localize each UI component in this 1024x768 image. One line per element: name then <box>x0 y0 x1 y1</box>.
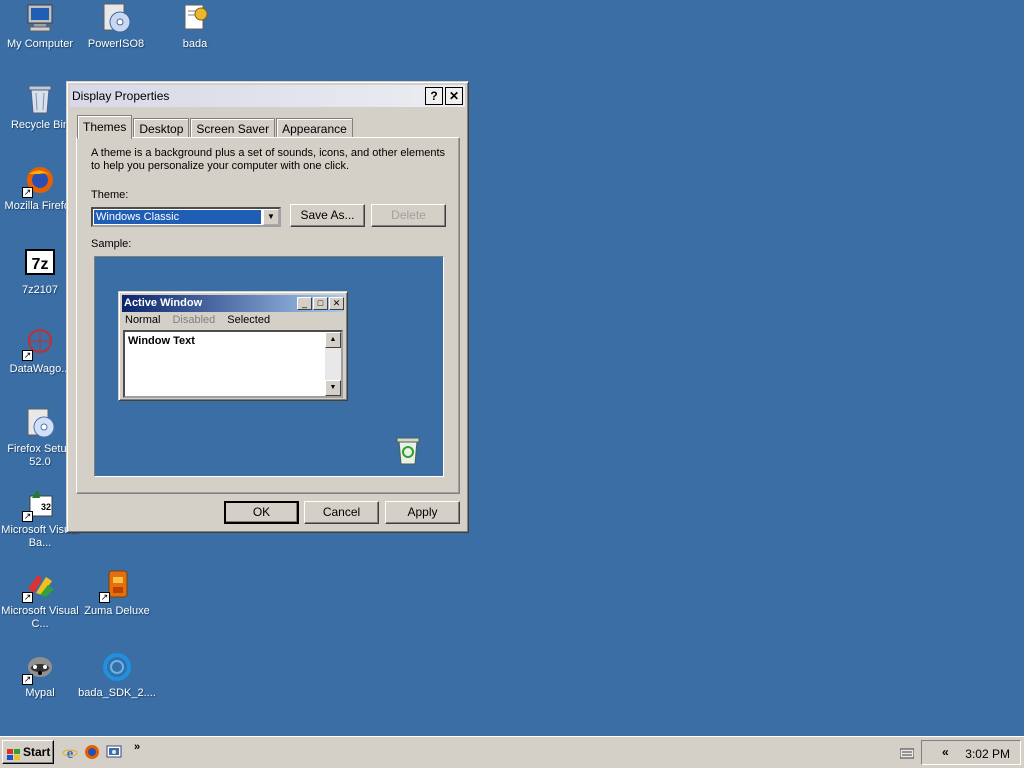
desktop-icon-bada-sdk[interactable]: bada_SDK_2.... <box>77 651 157 700</box>
tab-screen-saver[interactable]: Screen Saver <box>190 118 276 138</box>
shortcut-arrow-icon: ↗ <box>22 592 33 603</box>
sample-window: Active Window _ □ ✕ Normal Disabled Sele… <box>118 291 348 401</box>
dialog-titlebar[interactable]: Display Properties ? ✕ <box>70 85 465 107</box>
sample-menu-selected: Selected <box>227 314 271 326</box>
mypal-icon: ↗ <box>22 651 56 685</box>
visual-c-icon: ↗ <box>22 569 56 603</box>
desktop-icon-my-computer[interactable]: My Computer <box>0 2 80 51</box>
desktop-icon-label: Zuma Deluxe <box>84 605 150 617</box>
chevron-down-icon[interactable]: ▼ <box>263 209 279 225</box>
desktop-icon-label: Microsoft Visual C... <box>1 605 79 630</box>
system-tray: « 3:02 PM <box>899 740 1021 765</box>
theme-select[interactable]: Windows Classic ▼ <box>91 207 281 227</box>
shortcut-arrow-icon: ↗ <box>22 674 33 685</box>
apply-button[interactable]: Apply <box>385 501 460 524</box>
firefox-icon[interactable] <box>84 744 100 760</box>
help-button[interactable]: ? <box>425 87 443 105</box>
desktop-icon-bada[interactable]: bada <box>155 2 235 51</box>
shortcut-arrow-icon: ↗ <box>22 187 33 198</box>
shortcut-arrow-icon: ↗ <box>99 592 110 603</box>
scroll-down-icon: ▼ <box>325 380 341 396</box>
close-button[interactable]: ✕ <box>445 87 463 105</box>
cancel-button[interactable]: Cancel <box>304 501 379 524</box>
shortcut-arrow-icon: ↗ <box>22 511 33 522</box>
sample-window-buttons: _ □ ✕ <box>296 297 344 310</box>
desktop-icon-zuma[interactable]: ↗ Zuma Deluxe <box>77 569 157 618</box>
windows-logo-icon <box>7 746 21 760</box>
desktop-icon-label: bada_SDK_2.... <box>78 687 156 699</box>
recycle-bin-icon <box>24 83 56 115</box>
sample-menu: Normal Disabled Selected <box>125 314 282 326</box>
close-icon: ✕ <box>329 297 344 310</box>
datawago-icon: ↗ <box>22 327 56 361</box>
sample-window-text: Window Text <box>128 335 195 347</box>
7zip-icon: 7z <box>24 248 56 280</box>
show-desktop-icon[interactable] <box>106 744 122 760</box>
zuma-icon: ↗ <box>99 569 133 603</box>
maximize-icon: □ <box>313 297 328 310</box>
desktop-icon-label: PowerISO8 <box>87 38 145 50</box>
desktop-icon-label: My Computer <box>6 38 74 50</box>
bada-sdk-icon <box>101 651 133 683</box>
folder-document-icon <box>179 2 211 34</box>
svg-text:32: 32 <box>41 502 51 512</box>
shortcut-arrow-icon: ↗ <box>22 350 33 361</box>
desktop-icon-mypal[interactable]: ↗ Mypal <box>0 651 80 700</box>
taskbar: Start e » « 3:02 PM <box>0 736 1024 768</box>
ok-button[interactable]: OK <box>224 501 299 524</box>
save-as-button[interactable]: Save As... <box>290 204 365 227</box>
sample-scrollbar: ▲ ▼ <box>325 332 341 396</box>
sample-menu-disabled: Disabled <box>172 314 216 326</box>
visual-basic-icon: 32 ↗ <box>22 488 56 522</box>
svg-text:7z: 7z <box>32 256 49 273</box>
display-properties-dialog: Display Properties ? ✕ Themes Desktop Sc… <box>66 81 469 533</box>
desktop-icon-label: bada <box>182 38 208 50</box>
my-computer-icon <box>24 2 56 34</box>
installer-icon <box>24 407 56 439</box>
minimize-icon: _ <box>297 297 312 310</box>
desktop-icon-poweriso[interactable]: PowerISO8 <box>76 2 156 51</box>
start-label: Start <box>23 745 51 759</box>
sample-menu-normal: Normal <box>125 314 161 326</box>
dialog-title: Display Properties <box>72 89 170 103</box>
tray-expand-chevron[interactable]: « <box>942 745 949 759</box>
recycle-bin-icon <box>395 436 421 466</box>
desktop-icon-label: Mypal <box>25 687 55 699</box>
keyboard-icon[interactable] <box>899 747 915 759</box>
firefox-icon: ↗ <box>22 164 56 198</box>
theme-label: Theme: <box>91 189 129 201</box>
delete-button[interactable]: Delete <box>371 204 446 227</box>
desktop-icon-visual-c[interactable]: ↗ Microsoft Visual C... <box>0 569 80 631</box>
start-button[interactable]: Start <box>2 740 54 764</box>
scroll-up-icon: ▲ <box>325 332 341 348</box>
theme-description: A theme is a background plus a set of so… <box>91 147 446 172</box>
tab-appearance[interactable]: Appearance <box>276 118 353 138</box>
tab-themes[interactable]: Themes <box>77 115 133 139</box>
sample-label: Sample: <box>91 238 132 250</box>
quicklaunch-chevron[interactable]: » <box>134 741 140 753</box>
tab-desktop[interactable]: Desktop <box>133 118 190 138</box>
poweriso-icon <box>100 2 132 34</box>
themes-panel: A theme is a background plus a set of so… <box>76 137 460 494</box>
sample-preview: Active Window _ □ ✕ Normal Disabled Sele… <box>94 256 444 477</box>
internet-explorer-icon[interactable]: e <box>62 744 78 762</box>
clock[interactable]: 3:02 PM <box>965 747 1010 761</box>
sample-window-client: Window Text ▲ ▼ <box>123 330 343 398</box>
tab-strip: Themes Desktop Screen Saver Appearance <box>77 115 354 139</box>
theme-select-value: Windows Classic <box>94 210 261 224</box>
svg-text:e: e <box>67 746 74 760</box>
